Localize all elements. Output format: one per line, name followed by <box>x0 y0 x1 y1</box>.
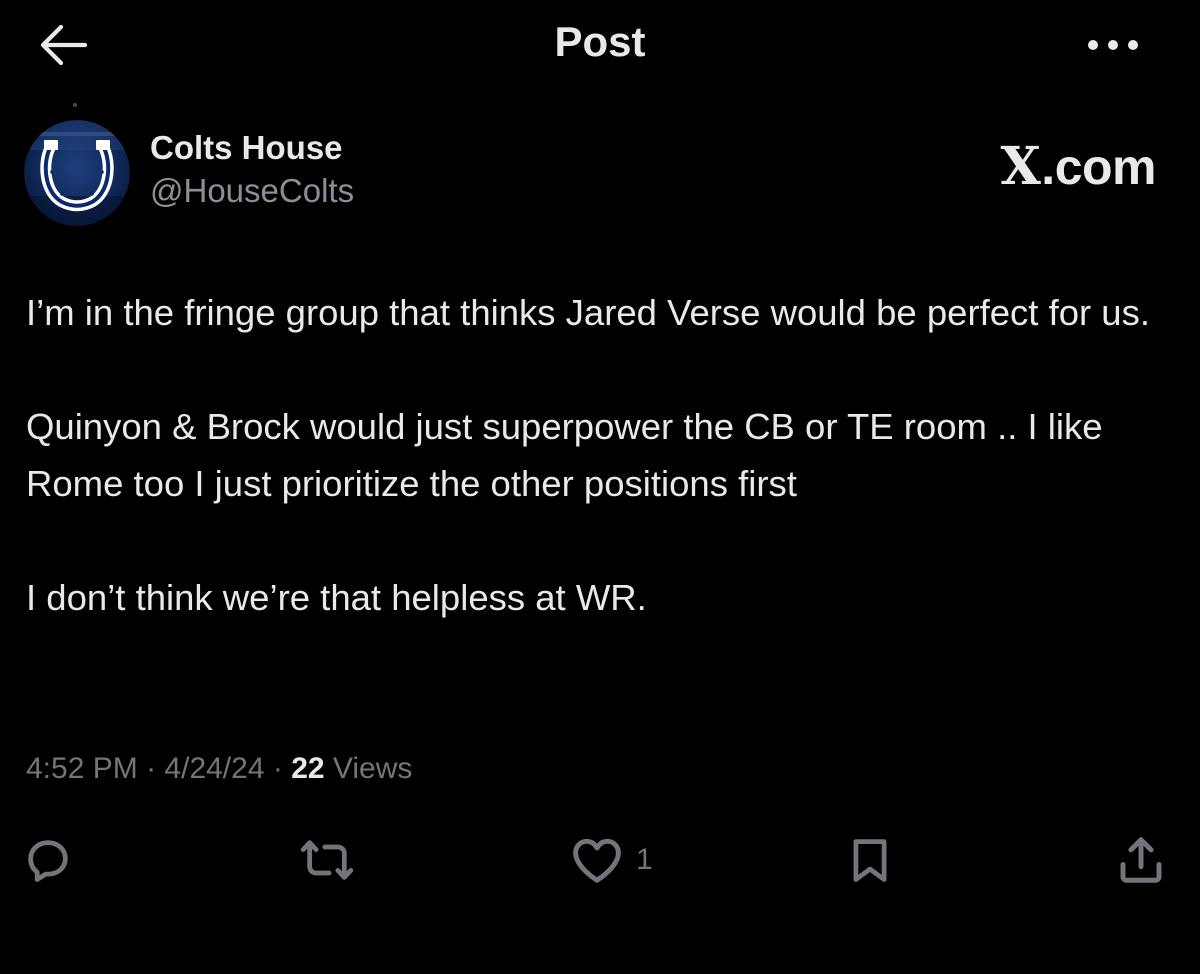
action-bar: 1 <box>0 820 1200 900</box>
heart-icon <box>573 838 621 883</box>
views-count[interactable]: 22 <box>291 752 324 785</box>
bookmark-icon <box>853 839 887 882</box>
more-options-button[interactable] <box>1080 20 1146 70</box>
colts-horseshoe-logo <box>24 120 130 226</box>
page-title: Post <box>554 18 646 65</box>
repost-icon <box>300 840 354 880</box>
post-paragraph: Quinyon & Brock would just superpower th… <box>26 406 1103 504</box>
author-name[interactable]: Colts House <box>150 129 343 167</box>
post-meta: 4:52 PM · 4/24/24 · 22 Views <box>26 752 412 786</box>
share-button[interactable] <box>1114 830 1168 890</box>
views-label[interactable]: Views <box>333 752 412 785</box>
post-paragraph: I’m in the fringe group that thinks Jare… <box>26 292 1150 333</box>
top-bar: Post <box>0 0 1200 95</box>
thread-dot <box>73 103 77 107</box>
share-icon <box>1120 837 1162 883</box>
like-count: 1 <box>636 843 653 876</box>
x-logo-icon: X <box>1000 136 1041 197</box>
post-text: I’m in the fringe group that thinks Jare… <box>26 284 1176 683</box>
x-com-watermark: X .com <box>1000 136 1156 197</box>
meta-separator: · <box>146 752 157 785</box>
post-date: 4/24/24 <box>164 752 265 785</box>
repost-button[interactable] <box>298 830 356 890</box>
meta-separator: · <box>272 752 283 785</box>
post-paragraph: I don’t think we’re that helpless at WR. <box>26 577 647 618</box>
bookmark-button[interactable] <box>844 830 896 890</box>
more-horizontal-icon <box>1088 40 1138 50</box>
watermark-domain: .com <box>1041 139 1156 195</box>
author-handle: @HouseColts <box>150 172 355 209</box>
reply-button[interactable] <box>22 830 74 890</box>
like-button[interactable]: 1 <box>570 830 653 890</box>
post-time: 4:52 PM <box>26 752 138 785</box>
reply-icon <box>28 840 68 882</box>
avatar[interactable] <box>24 120 130 226</box>
